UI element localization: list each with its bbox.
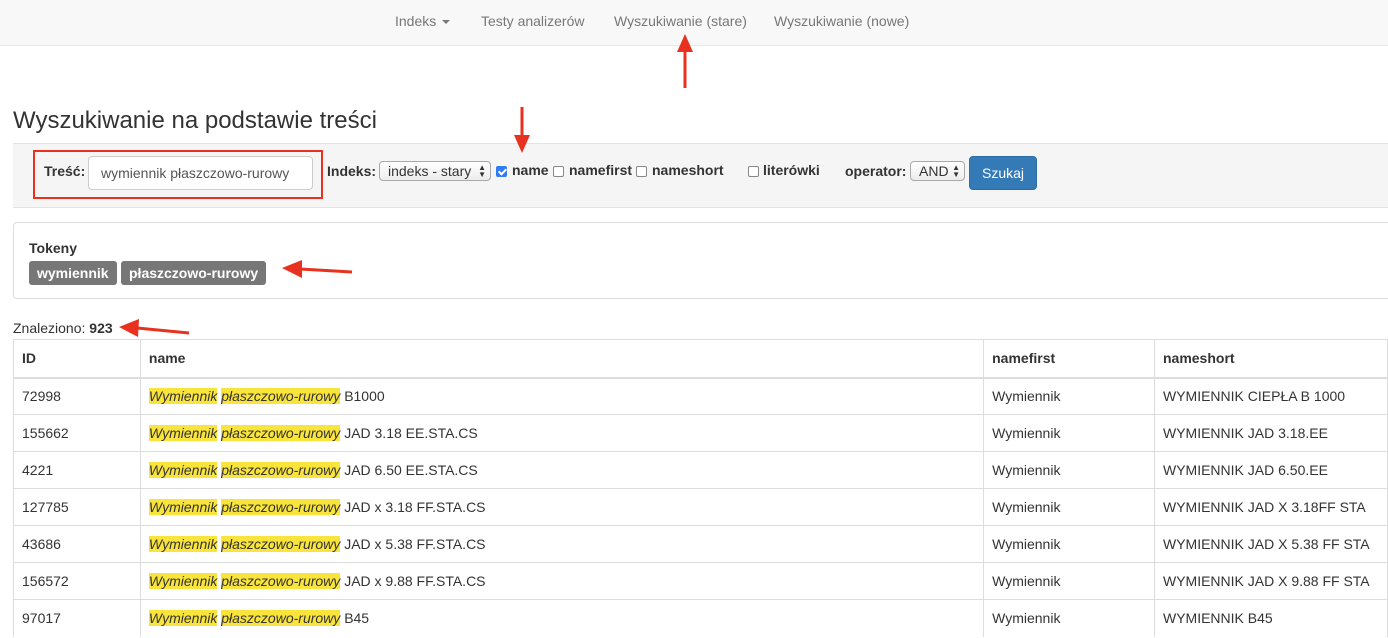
cell-namefirst: Wymiennik <box>983 377 1155 415</box>
nav-item-testy-analizerow[interactable]: Testy analizerów <box>481 13 585 29</box>
column-header-id: ID <box>13 339 141 379</box>
cell-id: 4221 <box>13 451 141 489</box>
highlight: płaszczowo-rurowy <box>221 499 341 515</box>
highlight: Wymiennik <box>148 462 218 478</box>
nav-item-label: Indeks <box>395 13 437 29</box>
table-row: 97017 Wymiennik płaszczowo-rurowy B45 Wymi… <box>13 599 1388 637</box>
cell-id: 43686 <box>13 525 141 563</box>
search-button[interactable]: Szukaj <box>969 156 1037 190</box>
highlight: Wymiennik <box>148 610 218 627</box>
results-count-label: Znaleziono: <box>13 320 86 336</box>
cell-namefirst: Wymiennik <box>983 599 1155 637</box>
operator-select[interactable]: AND ▲ ▼ <box>910 161 965 181</box>
cell-name: Wymiennik płaszczowo-rurowy B45 <box>139 599 985 637</box>
cell-id: 72998 <box>13 377 141 415</box>
cell-nameshort: WYMIENNIK JAD X 5.38 FF STA <box>1153 525 1388 563</box>
name-rest: B1000 <box>344 388 385 405</box>
name-rest: JAD 3.18 EE.STA.CS <box>344 425 478 441</box>
highlight: Wymiennik <box>148 573 218 589</box>
nav-item-wyszukiwanie-stare[interactable]: Wyszukiwanie (stare) <box>614 13 747 29</box>
highlight: Wymiennik <box>148 425 218 441</box>
operator-label: operator: <box>845 163 907 179</box>
cell-id: 127785 <box>13 488 141 526</box>
annotation-arrow-left-icon <box>282 260 353 278</box>
table-header-row: ID name namefirst nameshort <box>13 339 1388 379</box>
annotation-arrow-down-icon <box>514 107 530 153</box>
highlight: płaszczowo-rurowy <box>221 425 341 441</box>
name-rest: JAD x 3.18 FF.STA.CS <box>344 499 486 515</box>
checkbox-nameshort[interactable] <box>636 166 647 177</box>
indeks-select[interactable]: indeks - stary ▲ ▼ <box>379 161 491 181</box>
results-count: Znaleziono: 923 <box>13 320 113 336</box>
cell-namefirst: Wymiennik <box>983 562 1155 600</box>
cell-id: 155662 <box>13 414 141 452</box>
indeks-label: Indeks: <box>327 163 377 179</box>
token-badge: wymiennik <box>29 261 117 285</box>
highlight: płaszczowo-rurowy <box>221 573 341 589</box>
cell-nameshort: WYMIENNIK CIEPŁA B 1000 <box>1153 377 1388 415</box>
indeks-select-value: indeks - stary <box>388 163 472 179</box>
table-row: 43686 Wymiennik płaszczowo-rurowy JAD x 5… <box>13 525 1388 563</box>
highlight: płaszczowo-rurowy <box>221 462 341 478</box>
annotation-box <box>33 150 323 199</box>
tokens-heading: Tokeny <box>29 240 77 256</box>
table-row: 127785 Wymiennik płaszczowo-rurowy JAD x … <box>13 488 1388 526</box>
highlight: płaszczowo-rurowy <box>221 610 341 627</box>
name-rest: JAD 6.50 EE.STA.CS <box>344 462 478 478</box>
cell-namefirst: Wymiennik <box>983 451 1155 489</box>
cell-name: Wymiennik płaszczowo-rurowy JAD 3.18 EE.… <box>139 414 985 452</box>
highlight: płaszczowo-rurowy <box>221 388 341 405</box>
table-row: 155662 Wymiennik płaszczowo-rurowy JAD 3.… <box>13 414 1388 452</box>
highlight: Wymiennik <box>148 499 218 515</box>
checkbox-name-label: name <box>512 162 549 178</box>
cell-nameshort: WYMIENNIK JAD X 3.18FF STA <box>1153 488 1388 526</box>
cell-nameshort: WYMIENNIK JAD 6.50.EE <box>1153 451 1388 489</box>
table-row: 156572 Wymiennik płaszczowo-rurowy JAD x … <box>13 562 1388 600</box>
nav-item-indeks[interactable]: Indeks <box>395 13 451 29</box>
checkbox-literowki-label: literówki <box>763 162 820 178</box>
cell-nameshort: WYMIENNIK JAD 3.18.EE <box>1153 414 1388 452</box>
table-row: 4221 Wymiennik płaszczowo-rurowy JAD 6.50… <box>13 451 1388 489</box>
checkbox-literowki[interactable] <box>748 166 759 177</box>
cell-name: Wymiennik płaszczowo-rurowy JAD x 3.18 F… <box>139 488 985 526</box>
caret-down-icon <box>442 20 451 25</box>
cell-nameshort: WYMIENNIK JAD X 9.88 FF STA <box>1153 562 1388 600</box>
cell-name: Wymiennik płaszczowo-rurowy JAD x 9.88 F… <box>139 562 985 600</box>
checkbox-namefirst[interactable] <box>553 166 564 177</box>
column-header-nameshort: nameshort <box>1153 339 1388 379</box>
checkbox-nameshort-label: nameshort <box>652 162 724 178</box>
cell-name: Wymiennik płaszczowo-rurowy JAD x 5.38 F… <box>139 525 985 563</box>
annotation-arrow-left-icon <box>119 319 190 337</box>
checkbox-name[interactable] <box>496 166 507 177</box>
table-row: 72998 Wymiennik płaszczowo-rurowy B1000 Wy… <box>13 377 1388 415</box>
select-arrows-icon: ▲ ▼ <box>478 163 486 179</box>
cell-namefirst: Wymiennik <box>983 414 1155 452</box>
highlight: płaszczowo-rurowy <box>221 536 341 552</box>
highlight: Wymiennik <box>148 536 218 552</box>
token-badge: płaszczowo-rurowy <box>121 261 267 285</box>
operator-select-value: AND <box>919 163 949 179</box>
select-arrows-icon: ▲ ▼ <box>952 163 960 179</box>
results-count-value: 923 <box>89 320 113 336</box>
annotation-arrow-up-icon <box>677 34 693 88</box>
cell-namefirst: Wymiennik <box>983 488 1155 526</box>
cell-name: Wymiennik płaszczowo-rurowy JAD 6.50 EE.… <box>139 451 985 489</box>
column-header-name: name <box>139 339 985 379</box>
name-rest: JAD x 9.88 FF.STA.CS <box>344 573 486 589</box>
checkbox-namefirst-label: namefirst <box>569 162 633 178</box>
cell-namefirst: Wymiennik <box>983 525 1155 563</box>
name-rest: B45 <box>344 610 370 627</box>
page-title: Wyszukiwanie na podstawie treści <box>13 107 377 134</box>
cell-name: Wymiennik płaszczowo-rurowy B1000 <box>139 377 985 415</box>
results-table: ID name namefirst nameshort 72998 Wymienn… <box>13 339 1388 637</box>
highlight: Wymiennik <box>148 388 218 405</box>
cell-id: 156572 <box>13 562 141 600</box>
name-rest: JAD x 5.38 FF.STA.CS <box>344 536 486 552</box>
cell-id: 97017 <box>13 599 141 637</box>
cell-nameshort: WYMIENNIK B45 <box>1153 599 1388 637</box>
column-header-namefirst: namefirst <box>983 339 1155 379</box>
nav-item-wyszukiwanie-nowe[interactable]: Wyszukiwanie (nowe) <box>774 13 909 29</box>
